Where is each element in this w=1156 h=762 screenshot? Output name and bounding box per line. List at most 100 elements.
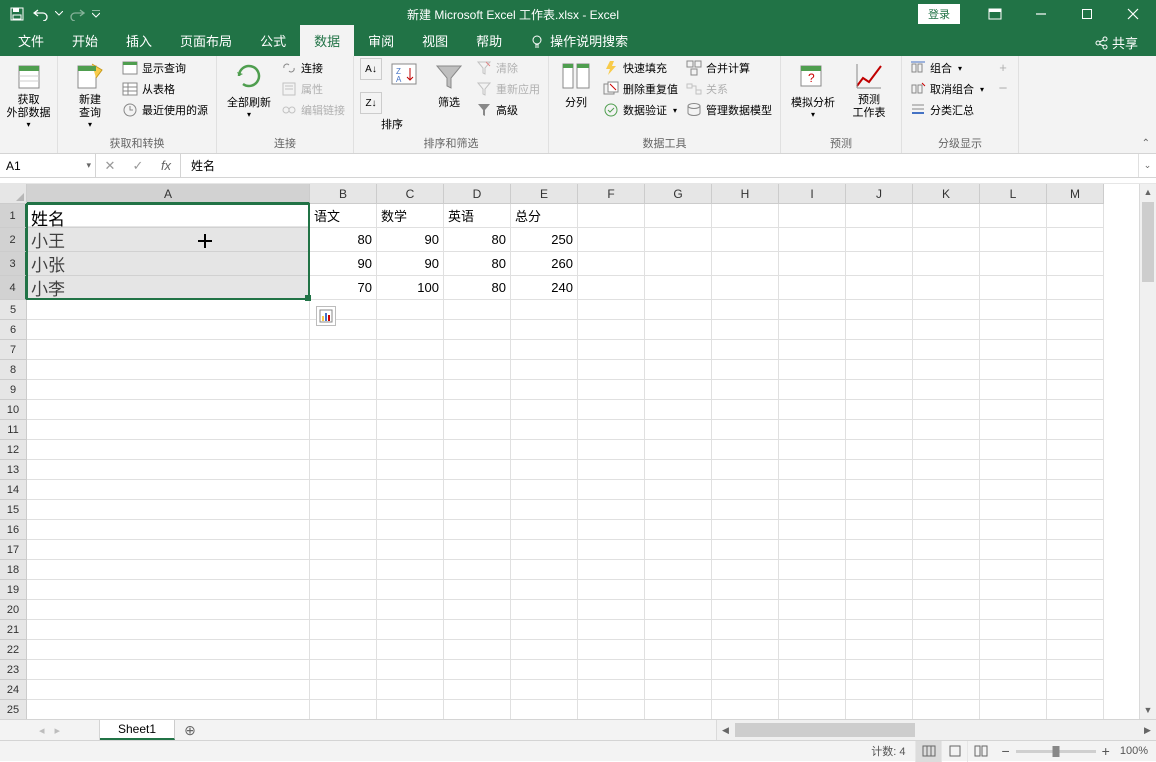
cell[interactable] <box>712 300 779 320</box>
cell[interactable] <box>1047 540 1104 560</box>
cell[interactable] <box>511 340 578 360</box>
cell[interactable] <box>712 340 779 360</box>
cell[interactable] <box>980 580 1047 600</box>
cell[interactable] <box>645 460 712 480</box>
cell[interactable]: 80 <box>444 276 511 300</box>
cell[interactable] <box>1047 420 1104 440</box>
cell[interactable] <box>1047 600 1104 620</box>
cell[interactable] <box>846 276 913 300</box>
remove-duplicates-button[interactable]: 删除重复值 <box>601 79 680 99</box>
cell[interactable] <box>779 440 846 460</box>
cell[interactable] <box>712 620 779 640</box>
cell[interactable] <box>913 400 980 420</box>
cell[interactable] <box>1047 580 1104 600</box>
cell[interactable] <box>645 420 712 440</box>
cell[interactable] <box>645 520 712 540</box>
cell[interactable] <box>846 252 913 276</box>
cell[interactable] <box>578 440 645 460</box>
row-header[interactable]: 10 <box>0 400 27 420</box>
cell[interactable] <box>645 440 712 460</box>
cell[interactable] <box>444 340 511 360</box>
row-header[interactable]: 8 <box>0 360 27 380</box>
cell[interactable] <box>27 620 310 640</box>
cell[interactable] <box>980 460 1047 480</box>
row-header[interactable]: 12 <box>0 440 27 460</box>
cell[interactable] <box>578 276 645 300</box>
cell[interactable] <box>913 204 980 228</box>
cell[interactable] <box>913 228 980 252</box>
subtotal-button[interactable]: 分类汇总 <box>908 100 986 120</box>
cell[interactable] <box>846 460 913 480</box>
cell[interactable] <box>1047 680 1104 700</box>
undo-dropdown-icon[interactable] <box>54 3 64 25</box>
cell[interactable]: 80 <box>444 228 511 252</box>
cell[interactable] <box>511 320 578 340</box>
cell[interactable]: 数学 <box>377 204 444 228</box>
cell[interactable] <box>511 660 578 680</box>
cell[interactable] <box>712 640 779 660</box>
cell[interactable] <box>377 340 444 360</box>
cell[interactable] <box>779 480 846 500</box>
cell[interactable]: 小张 <box>27 252 310 276</box>
cell[interactable] <box>444 460 511 480</box>
scroll-down-arrow[interactable]: ▼ <box>1140 702 1156 719</box>
cell[interactable] <box>1047 228 1104 252</box>
cell[interactable] <box>645 600 712 620</box>
cell[interactable] <box>444 600 511 620</box>
select-all-corner[interactable] <box>0 184 27 204</box>
row-header[interactable]: 6 <box>0 320 27 340</box>
cell[interactable] <box>377 620 444 640</box>
row-header[interactable]: 23 <box>0 660 27 680</box>
cell[interactable] <box>913 320 980 340</box>
cell[interactable] <box>980 228 1047 252</box>
cell[interactable] <box>511 300 578 320</box>
cell[interactable] <box>846 580 913 600</box>
cell[interactable] <box>578 520 645 540</box>
row-header[interactable]: 17 <box>0 540 27 560</box>
cell[interactable] <box>377 360 444 380</box>
cell[interactable] <box>980 680 1047 700</box>
scroll-thumb[interactable] <box>1142 202 1154 282</box>
cell[interactable] <box>913 276 980 300</box>
cell[interactable] <box>846 660 913 680</box>
cell[interactable] <box>27 580 310 600</box>
cell[interactable] <box>980 252 1047 276</box>
cell[interactable] <box>913 500 980 520</box>
cell[interactable] <box>846 480 913 500</box>
cell[interactable] <box>913 520 980 540</box>
cell[interactable] <box>1047 480 1104 500</box>
tell-me-search[interactable]: 操作说明搜索 <box>516 25 642 56</box>
cell[interactable] <box>712 540 779 560</box>
cell[interactable] <box>310 420 377 440</box>
row-header[interactable]: 5 <box>0 300 27 320</box>
tab-pagelayout[interactable]: 页面布局 <box>166 25 246 56</box>
cell[interactable] <box>511 500 578 520</box>
cell[interactable] <box>27 520 310 540</box>
cell[interactable] <box>712 500 779 520</box>
cell[interactable] <box>779 400 846 420</box>
row-header[interactable]: 13 <box>0 460 27 480</box>
get-external-data-button[interactable]: 获取 外部数据 ▾ <box>6 58 51 131</box>
column-header[interactable]: I <box>779 184 846 204</box>
cell[interactable] <box>310 460 377 480</box>
cell[interactable] <box>444 500 511 520</box>
cell[interactable] <box>511 360 578 380</box>
cell[interactable] <box>578 700 645 720</box>
cell[interactable] <box>846 680 913 700</box>
row-header[interactable]: 25 <box>0 700 27 720</box>
cell[interactable] <box>1047 700 1104 720</box>
cell[interactable] <box>779 600 846 620</box>
cell[interactable]: 语文 <box>310 204 377 228</box>
cell[interactable] <box>980 204 1047 228</box>
cell[interactable] <box>1047 276 1104 300</box>
cell[interactable] <box>846 420 913 440</box>
cell[interactable]: 90 <box>310 252 377 276</box>
horizontal-scrollbar[interactable]: ◀ ▶ <box>716 720 1156 740</box>
cell[interactable] <box>1047 640 1104 660</box>
relationships-button[interactable]: 关系 <box>684 79 774 99</box>
cell[interactable] <box>444 520 511 540</box>
cell[interactable] <box>712 660 779 680</box>
cell[interactable] <box>645 360 712 380</box>
share-button[interactable]: 共享 <box>1086 29 1146 56</box>
zoom-out-button[interactable]: − <box>1001 743 1009 759</box>
